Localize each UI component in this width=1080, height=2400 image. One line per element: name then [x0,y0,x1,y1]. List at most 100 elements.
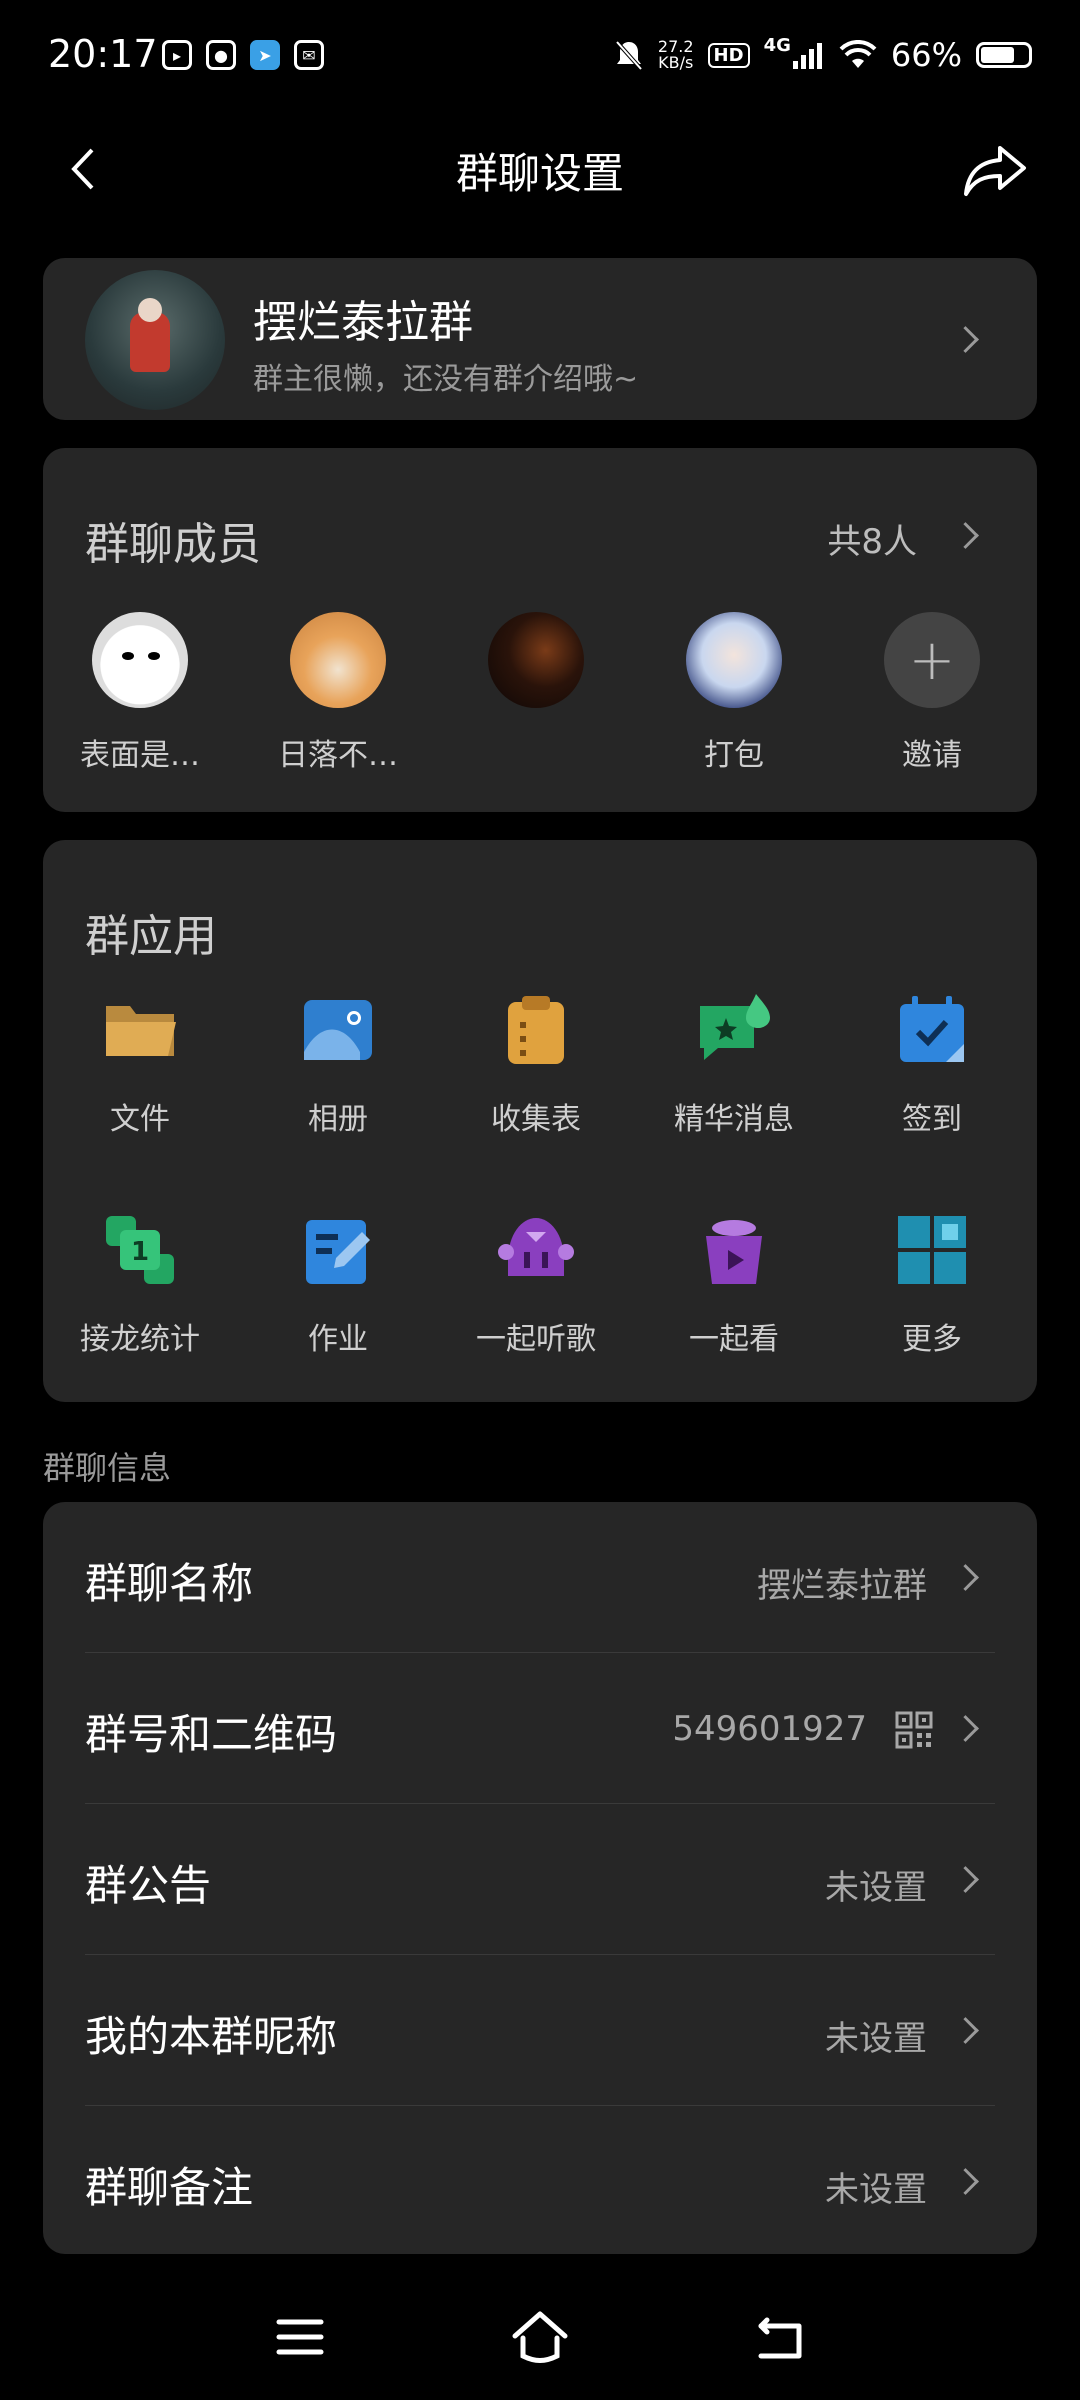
member-item[interactable] [451,612,621,730]
app-label: 收集表 [491,1102,581,1137]
bell-off-icon [615,40,643,71]
row-announcement[interactable]: 群公告 未设置 [43,1804,1037,1955]
app-collection-form[interactable]: 收集表 [446,992,626,1138]
row-value: 未设置 [825,1868,927,1908]
group-info-card: 群聊名称 摆烂泰拉群 群号和二维码 549601927 群公告 未设置 我的本群… [43,1502,1037,2254]
svg-text:1: 1 [131,1237,149,1267]
member-name: 打包 [704,738,764,773]
members-count[interactable]: 共8人 [827,514,917,563]
app-homework[interactable]: 作业 [248,1212,428,1358]
plus-icon: + [884,612,980,708]
members-title: 群聊成员 [85,519,261,570]
folder-icon [106,1006,176,1056]
chevron-right-icon [952,1564,979,1591]
home-icon[interactable] [505,2302,575,2372]
app-label: 一起听歌 [476,1322,596,1357]
group-description: 群主很懒，还没有群介绍哦~ [253,362,639,397]
group-apps-card: 群应用 文件 相册 收集表 精华消息 签到 1 接龙统计 作业 一起听歌 一起看… [43,840,1037,1402]
app-label: 一起看 [689,1322,779,1357]
chevron-right-icon [952,2017,979,2044]
cat-app-notification-icon: ● [206,40,236,70]
album-icon [304,1000,372,1060]
row-label: 群聊备注 [85,2163,254,2212]
calendar-checkin-icon [900,996,964,1062]
signal-icon [792,43,822,69]
row-label: 群号和二维码 [85,1710,338,1759]
app-label: 作业 [308,1322,368,1357]
info-section-label: 群聊信息 [43,1449,172,1487]
chevron-right-icon[interactable] [952,522,979,549]
invite-button[interactable]: + 邀请 [847,612,1017,774]
page-title: 群聊设置 [455,149,624,198]
telegram-notification-icon: ➤ [250,40,280,70]
app-relay-stats[interactable]: 1 接龙统计 [50,1212,230,1358]
app-label: 精华消息 [674,1102,794,1137]
group-profile-card[interactable]: 摆烂泰拉群 群主很懒，还没有群介绍哦~ [43,258,1037,420]
app-listen-together[interactable]: 一起听歌 [446,1212,626,1358]
row-value: 摆烂泰拉群 [757,1566,927,1606]
chevron-right-icon [952,2168,979,2195]
row-label: 我的本群昵称 [85,2012,338,2061]
row-group-name[interactable]: 群聊名称 摆烂泰拉群 [43,1502,1037,1653]
net-speed: 27.2 KB/s [658,39,694,71]
member-item[interactable]: 日落不… [253,612,423,774]
member-item[interactable]: 打包 [649,612,819,774]
app-checkin[interactable]: 签到 [842,992,1022,1138]
chevron-right-icon [952,1866,979,1893]
chevron-right-icon [952,326,979,353]
app-files[interactable]: 文件 [50,992,230,1138]
header: 群聊设置 [0,120,1080,220]
member-name: 表面是… [80,738,200,773]
network-type: 4G [763,34,791,56]
hd-badge: HD [707,42,750,68]
status-bar: 20:17 ▸ ● ➤ ✉ 27.2 KB/s HD 4G 66% [0,0,1080,120]
row-group-remark[interactable]: 群聊备注 未设置 [43,2106,1037,2257]
members-card: 群聊成员 共8人 表面是… 日落不… 打包 + 邀请 [43,448,1037,812]
apps-title: 群应用 [85,911,217,962]
app-highlight-messages[interactable]: 精华消息 [644,992,824,1138]
app-label: 相册 [308,1102,368,1137]
relay-stats-icon: 1 [106,1216,174,1284]
app-album[interactable]: 相册 [248,992,428,1138]
row-value: 未设置 [825,2170,927,2210]
status-time: 20:17 [48,32,158,76]
homework-icon [306,1220,370,1284]
share-icon[interactable] [960,140,1030,200]
row-group-number-qr[interactable]: 群号和二维码 549601927 [43,1653,1037,1804]
member-avatar [686,612,782,708]
status-right: 27.2 KB/s HD 4G 66% [614,34,1032,74]
qr-code-icon[interactable] [895,1711,933,1749]
app-label: 接龙统计 [80,1322,200,1357]
back-nav-icon[interactable] [745,2302,815,2372]
watch-together-icon [706,1220,762,1284]
net-speed-unit: KB/s [658,53,694,72]
system-nav-bar [0,2280,1080,2400]
app-label: 签到 [902,1102,962,1137]
member-avatar [488,612,584,708]
highlight-message-icon [700,994,770,1060]
row-label: 群公告 [85,1861,212,1910]
row-label: 群聊名称 [85,1559,254,1608]
bilibili-notification-icon: ▸ [162,40,192,70]
invite-label: 邀请 [902,738,962,773]
member-item[interactable]: 表面是… [55,612,225,774]
row-my-nickname[interactable]: 我的本群昵称 未设置 [43,1955,1037,2106]
member-name: 日落不… [278,738,398,773]
menu-icon[interactable] [265,2302,335,2372]
row-value: 未设置 [825,2019,927,2059]
message-app-notification-icon: ✉ [294,40,324,70]
battery-icon [976,42,1032,68]
app-more[interactable]: 更多 [842,1212,1022,1358]
listen-together-icon [498,1218,574,1276]
avatar-figure-head [138,298,162,322]
more-grid-icon [898,1216,966,1284]
row-value: 549601927 [672,1709,867,1749]
group-avatar[interactable] [85,270,225,410]
battery-percent: 66% [890,36,962,74]
app-label: 文件 [110,1102,170,1137]
wifi-icon [839,40,877,68]
app-watch-together[interactable]: 一起看 [644,1212,824,1358]
member-avatar [92,612,188,708]
app-label: 更多 [902,1322,962,1357]
chevron-right-icon [952,1715,979,1742]
